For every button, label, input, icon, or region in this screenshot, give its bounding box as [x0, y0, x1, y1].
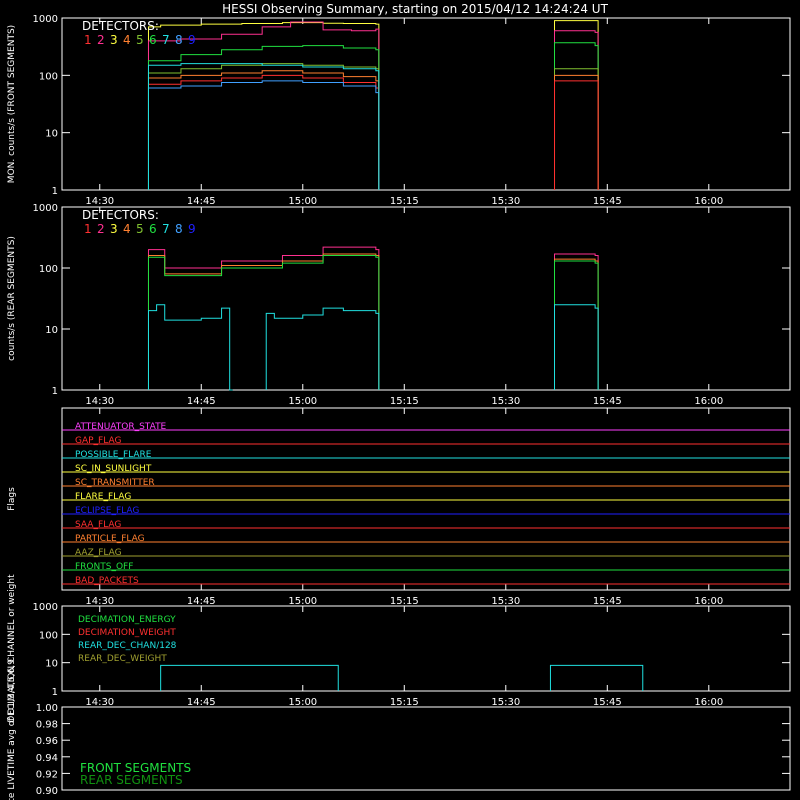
flag-label: FRONTS_OFF: [75, 562, 133, 572]
x-tick-label: 15:45: [593, 596, 622, 607]
y-axis-label: Flags: [7, 487, 17, 511]
y-tick-label: 0.92: [36, 769, 58, 780]
legend-item: 1: [84, 33, 92, 47]
y-axis-label: MON. counts/s (FRONT SEGMENTS): [7, 25, 17, 183]
x-tick-label: 15:30: [491, 697, 520, 708]
y-tick-label: 100: [39, 630, 58, 641]
x-tick-label: 15:30: [491, 396, 520, 407]
x-tick-label: 15:15: [390, 697, 419, 708]
legend-item: 2: [97, 33, 105, 47]
legend-item: REAR_DEC_WEIGHT: [78, 654, 167, 664]
legend-item: REAR_DEC_CHAN/128: [78, 641, 177, 651]
x-tick-label: 15:45: [593, 196, 622, 207]
legend-item: DECIMATION_WEIGHT: [78, 628, 176, 638]
y-tick-label: 10: [45, 129, 58, 140]
y-tick-label: 100: [39, 71, 58, 82]
x-tick-label: 14:30: [85, 697, 114, 708]
legend-item: 5: [136, 33, 144, 47]
x-tick-label: 14:45: [187, 596, 216, 607]
y-tick-label: 10: [45, 659, 58, 670]
legend-item: 8: [175, 222, 183, 236]
x-tick-label: 14:30: [85, 396, 114, 407]
x-tick-label: 14:45: [187, 396, 216, 407]
observing-summary-figure: HESSI Observing Summary, starting on 201…: [0, 0, 800, 800]
x-tick-label: 15:45: [593, 396, 622, 407]
x-tick-label: 15:30: [491, 196, 520, 207]
y-tick-label: 100: [39, 264, 58, 275]
legend-item: 4: [123, 33, 131, 47]
y-tick-label: 10: [45, 325, 58, 336]
y-tick-label: 0.90: [36, 786, 58, 797]
x-tick-label: 16:00: [694, 596, 723, 607]
flag-label: SC_IN_SUNLIGHT: [75, 464, 152, 474]
y-tick-label: 1000: [33, 203, 58, 214]
x-tick-label: 15:00: [288, 697, 317, 708]
flag-label: GAP_FLAG: [75, 436, 121, 446]
x-tick-label: 14:45: [187, 196, 216, 207]
x-tick-label: 16:00: [694, 396, 723, 407]
y-tick-label: 1000: [33, 602, 58, 613]
figure-title: HESSI Observing Summary, starting on 201…: [222, 2, 608, 16]
x-tick-label: 15:00: [288, 596, 317, 607]
legend-item: 7: [162, 33, 170, 47]
y-axis-label: counts/s (REAR SEGMENTS): [7, 236, 17, 361]
legend-item: 8: [175, 33, 183, 47]
x-tick-label: 16:00: [694, 196, 723, 207]
x-tick-label: 15:30: [491, 596, 520, 607]
flag-label: ATTENUATOR_STATE: [75, 422, 167, 432]
y-axis-label: Mon. Rate LIVETIME avg of D1,3,4,5,6,9: [7, 659, 17, 800]
flag-label: SC_TRANSMITTER: [75, 478, 155, 488]
y-tick-label: 1: [52, 687, 58, 698]
legend-item: 2: [97, 222, 105, 236]
legend-item: 6: [149, 222, 157, 236]
flag-label: POSSIBLE_FLARE: [75, 450, 152, 460]
flag-label: PARTICLE_FLAG: [75, 534, 145, 544]
x-tick-label: 15:15: [390, 396, 419, 407]
x-tick-label: 15:15: [390, 196, 419, 207]
x-tick-label: 15:00: [288, 396, 317, 407]
legend-title: DETECTORS:: [82, 19, 159, 33]
flag-label: FLARE_FLAG: [75, 492, 131, 502]
flag-label: SAA_FLAG: [75, 520, 121, 530]
x-tick-label: 14:30: [85, 596, 114, 607]
y-tick-label: 0.94: [36, 753, 58, 764]
legend-item: 5: [136, 222, 144, 236]
legend-item: 9: [188, 222, 196, 236]
legend-item: 3: [110, 33, 118, 47]
legend-item: 1: [84, 222, 92, 236]
y-tick-label: 0.96: [36, 736, 58, 747]
y-tick-label: 0.98: [36, 720, 58, 731]
x-tick-label: 14:30: [85, 196, 114, 207]
legend-item: DECIMATION_ENERGY: [78, 615, 176, 625]
legend-item: 9: [188, 33, 196, 47]
x-tick-label: 15:45: [593, 697, 622, 708]
flag-label: BAD_PACKETS: [75, 576, 139, 586]
y-tick-label: 1: [52, 386, 58, 397]
x-tick-label: 16:00: [694, 697, 723, 708]
x-tick-label: 15:15: [390, 596, 419, 607]
x-tick-label: 14:45: [187, 697, 216, 708]
legend-item: REAR SEGMENTS: [80, 773, 183, 787]
legend-title: DETECTORS:: [82, 208, 159, 222]
legend-item: 6: [149, 33, 157, 47]
legend-item: 7: [162, 222, 170, 236]
x-tick-label: 15:00: [288, 196, 317, 207]
y-tick-label: 1000: [33, 14, 58, 25]
flag-label: ECLIPSE_FLAG: [75, 506, 139, 516]
y-tick-label: 1.00: [36, 703, 58, 714]
flag-label: AAZ_FLAG: [75, 548, 122, 558]
y-tick-label: 1: [52, 186, 58, 197]
legend-item: 3: [110, 222, 118, 236]
legend-item: 4: [123, 222, 131, 236]
